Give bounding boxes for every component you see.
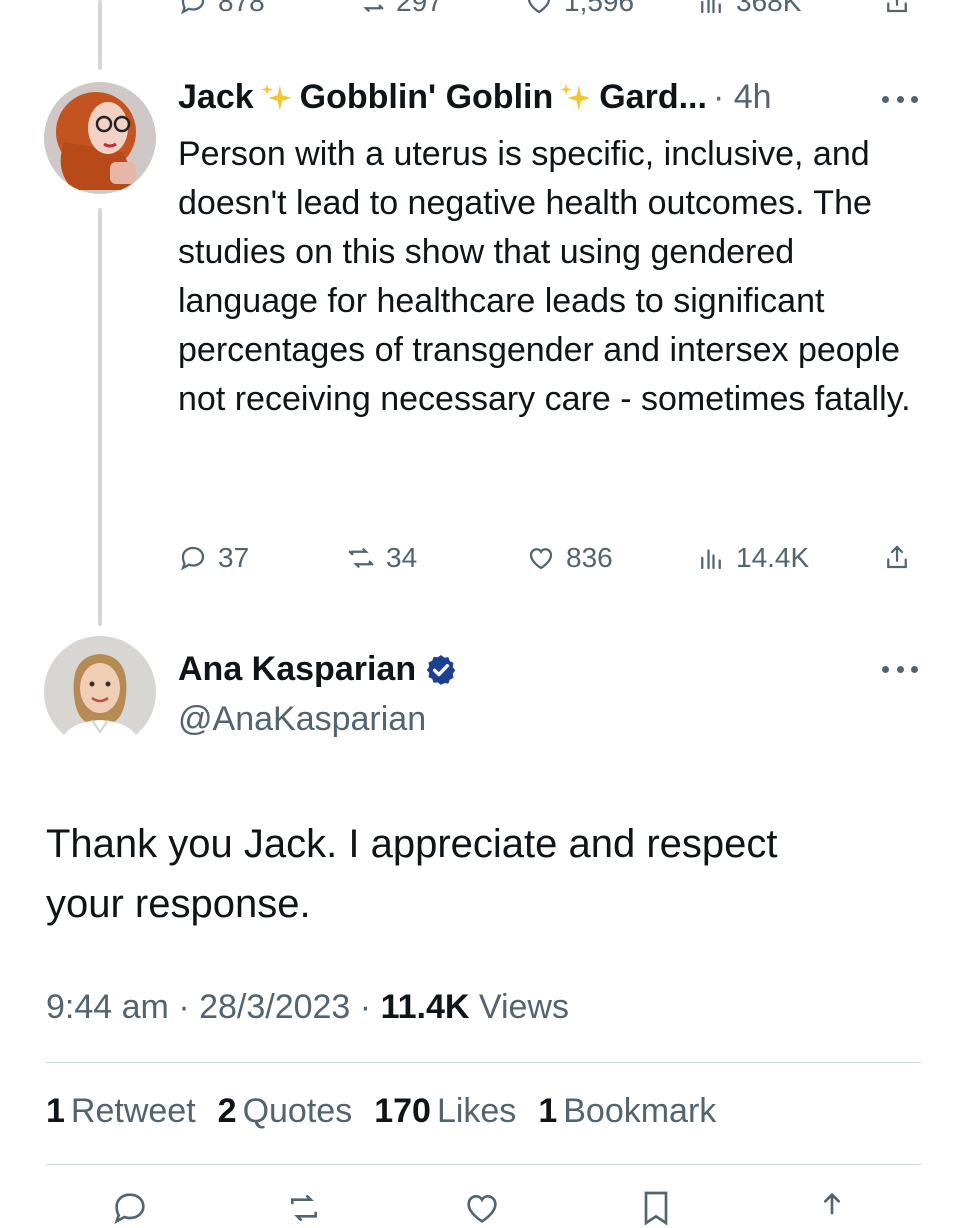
heart-icon [527,0,551,14]
jack-name-part2[interactable]: Gobblin' Goblin [300,78,554,117]
quotes-stat[interactable]: 2 Quotes [218,1092,353,1131]
top-retweet-count: 297 [396,0,443,17]
jack-views-button[interactable]: 14.4K [696,542,809,574]
retweet-count: 1 [46,1092,65,1130]
jack-retweet-button[interactable]: 34 [346,542,417,574]
top-like-count: 1,596 [564,0,635,17]
avatar-jack[interactable] [44,82,156,194]
ana-handle[interactable]: @AnaKasparian [178,700,426,739]
jack-reply-button[interactable]: 37 [178,542,249,574]
views-icon [701,0,721,14]
jack-name-part1[interactable]: Jack [178,78,254,117]
top-retweet-button[interactable]: 297 [356,0,443,18]
avatar-ana-kasparian[interactable] [44,636,156,748]
jack-name-part3[interactable]: Gard... [599,78,707,117]
retweet-label: Retweet [70,1092,196,1130]
verified-badge-icon [426,654,456,685]
tweet-date[interactable]: · 28/3/2023 · [178,988,371,1026]
reply-icon [181,546,205,571]
top-reply-count: 878 [218,0,265,17]
bottom-share-icon[interactable] [812,1188,852,1228]
retweet-icon [363,4,384,12]
bottom-heart-icon[interactable] [462,1188,502,1228]
ana-display-name[interactable]: Ana Kasparian [178,650,416,689]
jack-views-count: 14.4K [736,542,810,573]
tweet-time[interactable]: 9:44 am [46,988,169,1026]
top-views-button[interactable]: 368K [696,0,801,18]
jack-name-row: Jack Gobblin' Goblin Gard... · 4h [178,78,772,117]
thread-line-middle [98,208,102,626]
share-icon [887,0,907,13]
bottom-reply-icon[interactable] [110,1188,150,1228]
quote-label: Quotes [242,1092,353,1130]
bottom-retweet-icon[interactable] [284,1188,324,1228]
reply-icon [181,0,205,15]
jack-like-button[interactable]: 836 [526,542,613,574]
more-options-icon[interactable] [882,96,918,106]
share-icon [887,545,907,569]
sparkles-icon [261,83,291,111]
top-like-button[interactable]: 1,596 [524,0,634,18]
heart-icon [529,548,553,570]
like-count: 170 [374,1092,431,1130]
top-views-count: 368K [736,0,802,17]
views-icon [701,549,721,570]
top-reply-button[interactable]: 878 [178,0,265,18]
bookmarks-stat[interactable]: 1 Bookmark [538,1092,716,1131]
more-options-icon[interactable] [882,666,918,676]
quote-count: 2 [217,1092,237,1130]
jack-tweet-text: Person with a uterus is specific, inclus… [178,135,911,418]
jack-reply-count: 37 [218,542,250,573]
likes-stat[interactable]: 170 Likes [374,1092,516,1131]
jack-retweet-count: 34 [386,542,418,573]
ana-tweet-text: Thank you Jack. I appreciate and respect… [46,822,778,926]
divider [46,1062,921,1063]
top-share-button[interactable] [882,0,912,16]
bottom-bookmark-icon[interactable] [636,1188,676,1228]
jack-like-count: 836 [566,542,613,573]
divider [46,1164,921,1165]
tweet-views-count: 11.4K [380,988,470,1026]
retweet-icon [348,548,374,568]
like-label: Likes [436,1092,517,1130]
ana-name-row: Ana Kasparian [178,650,458,689]
jack-tweet-time[interactable]: · 4h [713,78,772,117]
bookmark-count: 1 [538,1092,558,1130]
thread-line-top [98,0,102,70]
bookmark-label: Bookmark [563,1092,717,1130]
retweets-stat[interactable]: 1 Retweet [46,1092,196,1131]
jack-share-button[interactable] [882,542,912,572]
sparkles-icon [560,83,591,111]
tweet-meta: 9:44 am · 28/3/2023 · 11.4K Views [46,988,569,1027]
tweet-views-label: Views [478,988,569,1026]
engagement-stats: 1 Retweet 2 Quotes 170 Likes 1 Bookmark [46,1092,716,1131]
